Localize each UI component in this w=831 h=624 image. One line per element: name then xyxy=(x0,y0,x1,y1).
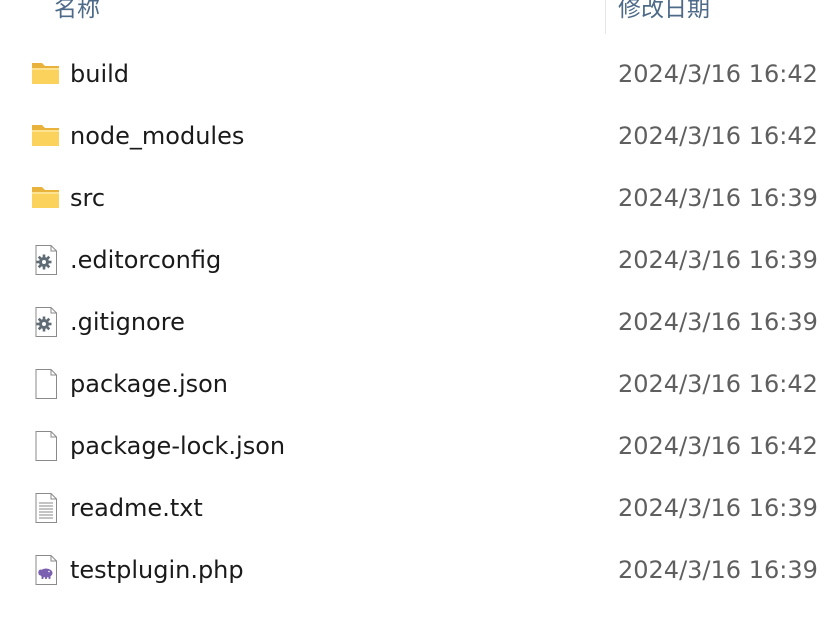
file-row-testplugin-php[interactable]: testplugin.php 2024/3/16 16:39 xyxy=(0,539,831,601)
blank-file-icon xyxy=(30,430,62,462)
file-row-package-lock-json[interactable]: package-lock.json 2024/3/16 16:42 xyxy=(0,415,831,477)
file-date-modified: 2024/3/16 16:39 xyxy=(618,308,818,336)
file-row-editorconfig[interactable]: .editorconfig 2024/3/16 16:39 xyxy=(0,229,831,291)
file-row-gitignore[interactable]: .gitignore 2024/3/16 16:39 xyxy=(0,291,831,353)
file-name: readme.txt xyxy=(70,494,203,522)
folder-icon xyxy=(30,182,62,214)
config-file-icon xyxy=(30,306,62,338)
file-date-modified: 2024/3/16 16:42 xyxy=(618,60,818,88)
file-list: build 2024/3/16 16:42 node_modules 2024/… xyxy=(0,43,831,601)
column-header-bar: 名称 修改日期 xyxy=(0,0,831,34)
file-row-build[interactable]: build 2024/3/16 16:42 xyxy=(0,43,831,105)
text-file-icon xyxy=(30,492,62,524)
file-row-package-json[interactable]: package.json 2024/3/16 16:42 xyxy=(0,353,831,415)
file-name: src xyxy=(70,184,106,212)
file-date-modified: 2024/3/16 16:42 xyxy=(618,122,818,150)
file-date-modified: 2024/3/16 16:39 xyxy=(618,494,818,522)
file-date-modified: 2024/3/16 16:39 xyxy=(618,556,818,584)
config-file-icon xyxy=(30,244,62,276)
blank-file-icon xyxy=(30,368,62,400)
column-header-date-modified[interactable]: 修改日期 xyxy=(618,0,710,24)
file-row-node-modules[interactable]: node_modules 2024/3/16 16:42 xyxy=(0,105,831,167)
column-separator[interactable] xyxy=(605,0,606,34)
php-file-icon xyxy=(30,554,62,586)
file-date-modified: 2024/3/16 16:39 xyxy=(618,184,818,212)
file-name: build xyxy=(70,60,130,88)
file-name: package-lock.json xyxy=(70,432,286,460)
file-date-modified: 2024/3/16 16:42 xyxy=(618,432,818,460)
file-row-src[interactable]: src 2024/3/16 16:39 xyxy=(0,167,831,229)
column-header-name[interactable]: 名称 xyxy=(54,0,100,24)
file-date-modified: 2024/3/16 16:42 xyxy=(618,370,818,398)
folder-icon xyxy=(30,120,62,152)
file-row-readme-txt[interactable]: readme.txt 2024/3/16 16:39 xyxy=(0,477,831,539)
file-name: node_modules xyxy=(70,122,245,150)
folder-icon xyxy=(30,58,62,90)
file-name: .editorconfig xyxy=(70,246,222,274)
file-name: .gitignore xyxy=(70,308,185,336)
file-date-modified: 2024/3/16 16:39 xyxy=(618,246,818,274)
file-name: package.json xyxy=(70,370,229,398)
file-name: testplugin.php xyxy=(70,556,244,584)
